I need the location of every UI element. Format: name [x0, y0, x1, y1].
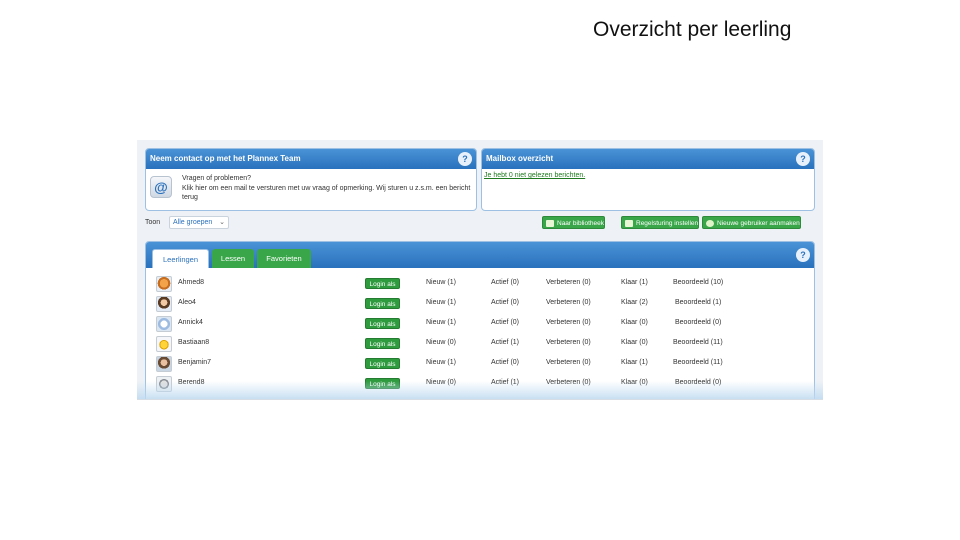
library-icon	[546, 220, 554, 227]
girl-avatar	[156, 296, 172, 312]
count-nieuw[interactable]: Nieuw (1)	[426, 359, 456, 366]
student-name[interactable]: Aleo4	[178, 299, 196, 306]
student-name[interactable]: Berend8	[178, 379, 204, 386]
count-klaar[interactable]: Klaar (0)	[621, 379, 648, 386]
unread-messages-link[interactable]: Je hebt 0 niet gelezen berichten.	[484, 172, 585, 179]
count-nieuw[interactable]: Nieuw (1)	[426, 319, 456, 326]
count-verbeteren[interactable]: Verbeteren (0)	[546, 359, 591, 366]
count-verbeteren[interactable]: Verbeteren (0)	[546, 299, 591, 306]
settings-button-label: Regelsturing instellen	[636, 220, 699, 227]
tab-lessen[interactable]: Lessen	[212, 249, 254, 268]
count-beoordeeld[interactable]: Beoordeeld (1)	[675, 299, 721, 306]
count-klaar[interactable]: Klaar (2)	[621, 299, 648, 306]
count-actief[interactable]: Actief (1)	[491, 339, 519, 346]
login-as-button[interactable]: Login als	[365, 358, 400, 369]
student-row: Benjamin7 Login als Nieuw (1) Actief (0)…	[146, 353, 814, 373]
at-icon[interactable]: @	[150, 176, 172, 198]
count-verbeteren[interactable]: Verbeteren (0)	[546, 379, 591, 386]
help-icon[interactable]: ?	[796, 152, 810, 166]
student-row: Ahmed8 Login als Nieuw (1) Actief (0) Ve…	[146, 273, 814, 293]
count-klaar[interactable]: Klaar (1)	[621, 359, 648, 366]
mailbox-panel-header: Mailbox overzicht ?	[482, 149, 814, 169]
count-beoordeeld[interactable]: Beoordeeld (10)	[673, 279, 723, 286]
smiley-avatar	[156, 336, 172, 352]
contact-message[interactable]: Vragen of problemen? Klik hier om een ma…	[182, 174, 472, 203]
library-button-label: Naar bibliotheek	[557, 220, 604, 227]
students-panel: Leerlingen Lessen Favorieten ? Ahmed8 Lo…	[145, 241, 815, 399]
group-select[interactable]: Alle groepen ⌄	[169, 216, 229, 229]
ghost-avatar	[156, 316, 172, 332]
student-row: Annick4 Login als Nieuw (1) Actief (0) V…	[146, 313, 814, 333]
student-name[interactable]: Annick4	[178, 319, 203, 326]
count-beoordeeld[interactable]: Beoordeeld (0)	[675, 319, 721, 326]
count-actief[interactable]: Actief (0)	[491, 359, 519, 366]
login-as-button[interactable]: Login als	[365, 338, 400, 349]
users-icon	[706, 220, 714, 227]
new-user-button[interactable]: Nieuwe gebruiker aanmaken	[702, 216, 801, 229]
contact-body: Klik hier om een mail te versturen met u…	[182, 184, 471, 202]
count-actief[interactable]: Actief (0)	[491, 279, 519, 286]
help-icon[interactable]: ?	[458, 152, 472, 166]
mailbox-panel-title: Mailbox overzicht	[486, 154, 554, 163]
count-verbeteren[interactable]: Verbeteren (0)	[546, 319, 591, 326]
chevron-down-icon: ⌄	[219, 219, 225, 226]
app-screenshot: Neem contact op met het Plannex Team ? @…	[137, 140, 823, 400]
robot-avatar	[156, 376, 172, 392]
fox-avatar	[156, 276, 172, 292]
student-name[interactable]: Benjamin7	[178, 359, 211, 366]
contact-heading: Vragen of problemen?	[182, 175, 252, 182]
settings-button[interactable]: Regelsturing instellen	[621, 216, 700, 229]
login-as-button[interactable]: Login als	[365, 378, 400, 389]
count-beoordeeld[interactable]: Beoordeeld (0)	[675, 379, 721, 386]
count-klaar[interactable]: Klaar (0)	[621, 319, 648, 326]
count-nieuw[interactable]: Nieuw (1)	[426, 299, 456, 306]
count-nieuw[interactable]: Nieuw (0)	[426, 339, 456, 346]
count-verbeteren[interactable]: Verbeteren (0)	[546, 279, 591, 286]
login-as-button[interactable]: Login als	[365, 298, 400, 309]
tab-bar: Leerlingen Lessen Favorieten ?	[146, 242, 814, 268]
count-nieuw[interactable]: Nieuw (0)	[426, 379, 456, 386]
student-row: Bastiaan8 Login als Nieuw (0) Actief (1)…	[146, 333, 814, 353]
count-verbeteren[interactable]: Verbeteren (0)	[546, 339, 591, 346]
count-nieuw[interactable]: Nieuw (1)	[426, 279, 456, 286]
contact-panel-title: Neem contact op met het Plannex Team	[150, 154, 301, 163]
library-button[interactable]: Naar bibliotheek	[542, 216, 605, 229]
count-beoordeeld[interactable]: Beoordeeld (11)	[673, 339, 723, 346]
student-row: Aleo4 Login als Nieuw (1) Actief (0) Ver…	[146, 293, 814, 313]
login-as-button[interactable]: Login als	[365, 318, 400, 329]
slide-title: Overzicht per leerling	[593, 18, 792, 41]
settings-icon	[625, 220, 633, 227]
boy-avatar	[156, 356, 172, 372]
count-klaar[interactable]: Klaar (1)	[621, 279, 648, 286]
count-actief[interactable]: Actief (0)	[491, 319, 519, 326]
login-as-button[interactable]: Login als	[365, 278, 400, 289]
group-select-value: Alle groepen	[173, 219, 213, 226]
count-klaar[interactable]: Klaar (0)	[621, 339, 648, 346]
filter-label: Toon	[145, 219, 161, 226]
tab-favorieten[interactable]: Favorieten	[257, 249, 311, 268]
count-actief[interactable]: Actief (0)	[491, 299, 519, 306]
mailbox-panel: Mailbox overzicht ? Je hebt 0 niet gelez…	[481, 148, 815, 211]
contact-panel-header: Neem contact op met het Plannex Team ?	[146, 149, 476, 169]
contact-panel: Neem contact op met het Plannex Team ? @…	[145, 148, 477, 211]
student-name[interactable]: Bastiaan8	[178, 339, 209, 346]
help-icon[interactable]: ?	[796, 248, 810, 262]
tab-leerlingen[interactable]: Leerlingen	[152, 249, 209, 268]
student-name[interactable]: Ahmed8	[178, 279, 204, 286]
new-user-button-label: Nieuwe gebruiker aanmaken	[717, 220, 800, 227]
student-row: Berend8 Login als Nieuw (0) Actief (1) V…	[146, 373, 814, 393]
count-actief[interactable]: Actief (1)	[491, 379, 519, 386]
count-beoordeeld[interactable]: Beoordeeld (11)	[673, 359, 723, 366]
